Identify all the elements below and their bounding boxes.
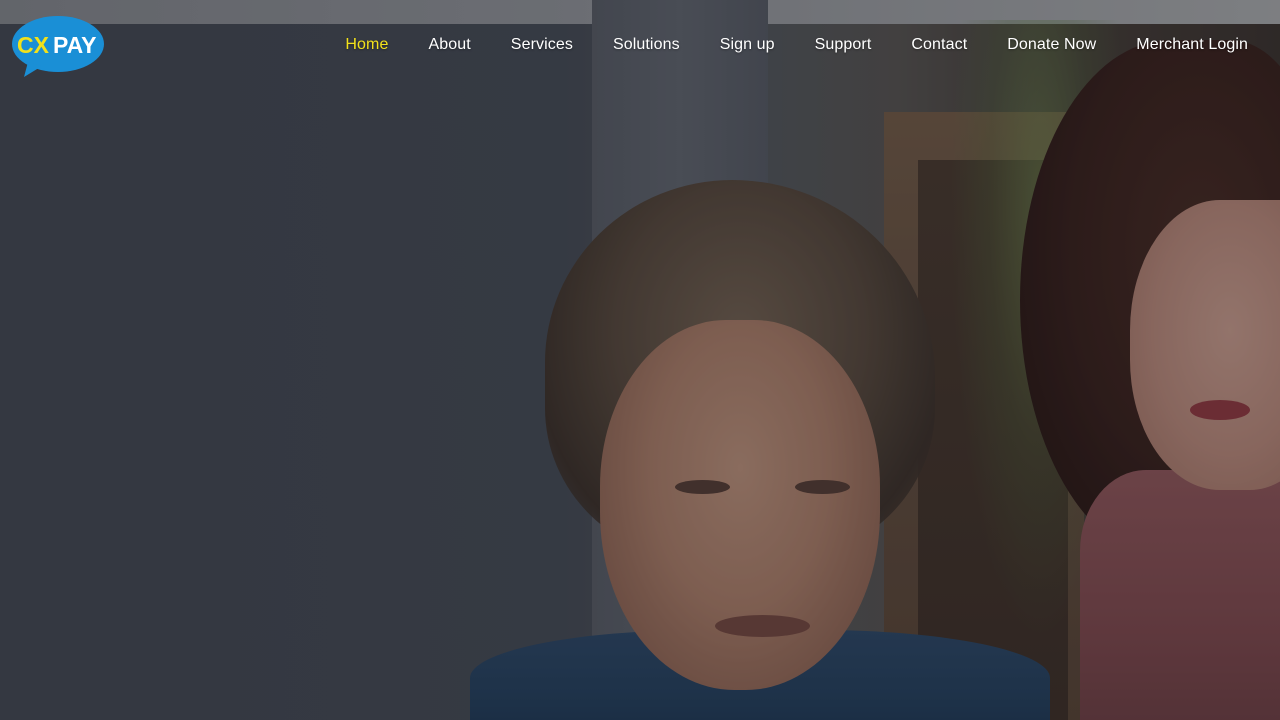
brand-logo[interactable]: CX PAY [12, 16, 104, 78]
nav-item-contact[interactable]: Contact [911, 35, 967, 55]
nav-item-merchant-login[interactable]: Merchant Login [1136, 35, 1248, 55]
nav-item-services[interactable]: Services [511, 35, 573, 55]
nav-item-home[interactable]: Home [345, 35, 388, 55]
nav-item-about[interactable]: About [428, 35, 470, 55]
hero-overlay [0, 0, 1280, 720]
logo-cx-text: CX [17, 32, 50, 58]
nav-item-support[interactable]: Support [815, 35, 872, 55]
main-nav: Home About Services Solutions Sign up Su… [345, 35, 1248, 55]
hero-section: CX PAY Home About Services Solutions Sig… [0, 0, 1280, 720]
nav-item-donate-now[interactable]: Donate Now [1007, 35, 1096, 55]
site-header: CX PAY Home About Services Solutions Sig… [0, 0, 1280, 90]
logo-pay-text: PAY [53, 32, 96, 58]
nav-item-sign-up[interactable]: Sign up [720, 35, 775, 55]
logo-bubble-icon: CX PAY [12, 16, 104, 77]
nav-item-solutions[interactable]: Solutions [613, 35, 680, 55]
